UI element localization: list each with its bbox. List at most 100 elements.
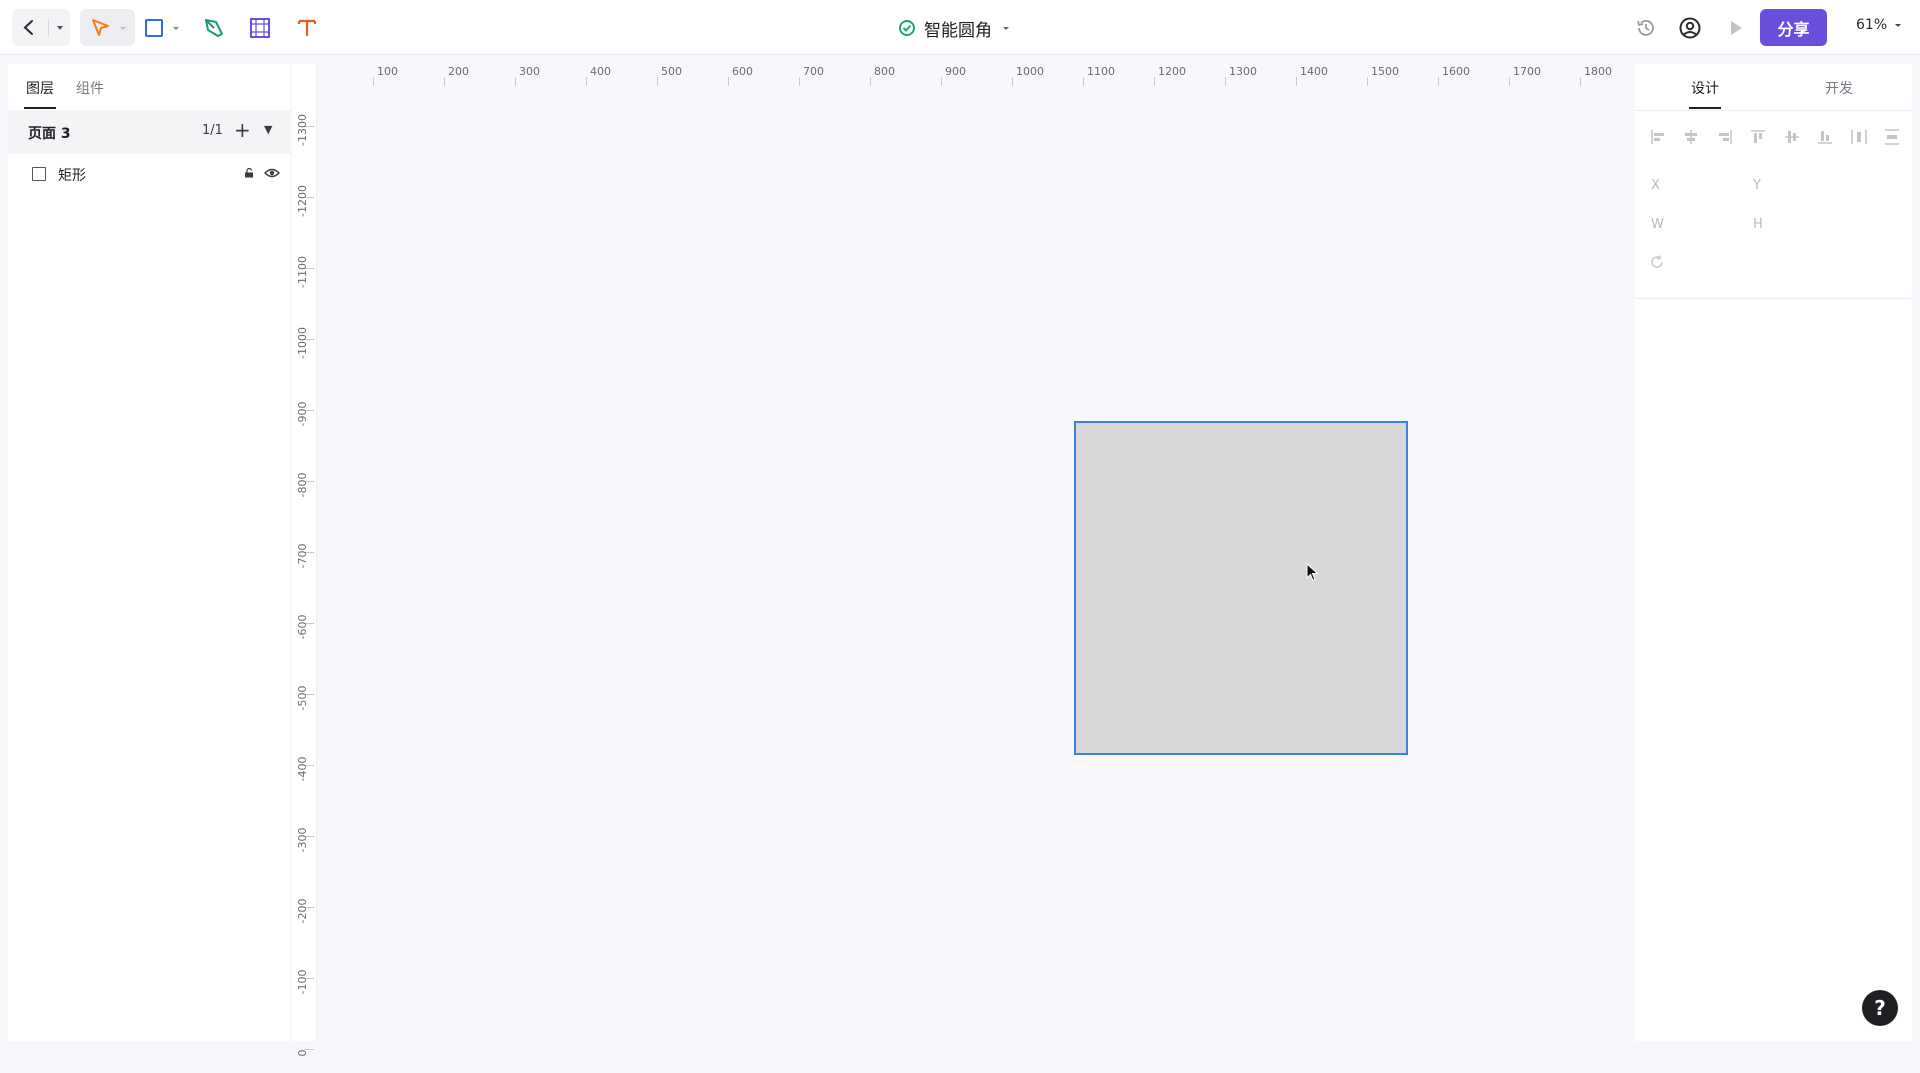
caret-down-icon [1895,24,1902,27]
ruler-label: 1600 [1442,65,1470,78]
play-button[interactable] [1722,14,1750,42]
frame-tool-button[interactable] [246,14,274,42]
alignment-toolbar [1647,126,1903,148]
page-count: 1/1 [202,123,223,138]
ruler-label: 1700 [1513,65,1541,78]
pen-tool-button[interactable] [200,14,228,42]
tab-layers[interactable]: 图层 [26,78,54,98]
help-button[interactable]: ? [1862,990,1898,1026]
ruler-label: 400 [590,65,611,78]
layer-name: 矩形 [58,168,86,184]
ruler-label: 1800 [1584,65,1612,78]
share-button[interactable]: 分享 [1760,9,1827,46]
caret-down-icon[interactable] [118,23,128,33]
ruler-label: -400 [296,756,309,782]
text-icon [297,19,317,36]
document-title-text: 智能圆角 [924,20,992,41]
ruler-label: 0 [296,1049,309,1057]
ruler-label: 700 [803,65,824,78]
h-label: H [1753,217,1763,232]
ruler-label: 800 [874,65,895,78]
page-selector[interactable]: 页面 3 1/1 + ▼ [8,110,290,154]
w-label: W [1651,217,1664,232]
top-toolbar: 智能圆角 分享 61% [0,0,1920,55]
panel-divider [1635,298,1912,299]
caret-down-icon[interactable] [50,9,70,46]
lock-icon[interactable] [244,168,254,178]
ruler-label: 100 [377,65,398,78]
user-circle-icon [1679,17,1701,39]
history-icon [1637,20,1654,36]
ruler-label: -300 [296,827,309,853]
tab-components[interactable]: 组件 [76,78,104,98]
ruler-label: -600 [296,614,309,640]
ruler-label: -700 [296,543,309,569]
back-button[interactable] [12,9,70,46]
align-center-h-icon[interactable] [1680,126,1702,148]
layers-panel: 图层 组件 页面 3 1/1 + ▼ 矩形 [8,64,290,1041]
caret-down-icon[interactable] [1000,23,1012,33]
zoom-control[interactable]: 61% [1856,17,1903,33]
y-label: Y [1753,178,1761,193]
layer-item[interactable]: 矩形 [8,154,290,194]
check-circle-icon [899,20,915,36]
horizontal-ruler: 100 200 300 400 500 600 700 800 900 1000 1100 1200 1… [295,57,1635,86]
add-page-button[interactable]: + [234,118,251,142]
text-tool-button[interactable] [293,14,321,42]
panel-divider [1635,110,1912,111]
tab-develop[interactable]: 开发 [1825,78,1853,98]
select-tool-button[interactable] [80,9,135,46]
pen-icon [205,19,223,37]
document-title[interactable]: 智能圆角 [898,14,1012,42]
tab-active-indicator [1689,107,1721,109]
vertical-ruler: -1300 -1200 -1100 -1000 -900 -800 -700 -600 -500… [292,64,317,1057]
account-button[interactable] [1676,14,1704,42]
ruler-label: 1200 [1158,65,1186,78]
align-right-icon[interactable] [1714,126,1736,148]
ruler-label: 1000 [1016,65,1044,78]
ruler-label: 1500 [1371,65,1399,78]
ruler-label: -1200 [296,185,309,217]
history-button[interactable] [1632,14,1660,42]
ruler-label: 500 [661,65,682,78]
ruler-label: -800 [296,472,309,498]
ruler-label: 1400 [1300,65,1328,78]
distribute-vertical-icon[interactable] [1881,126,1903,148]
ruler-label: -200 [296,898,309,924]
page-name: 页面 3 [28,126,71,142]
ruler-label: 600 [732,65,753,78]
ruler-label: -100 [296,969,309,995]
ruler-label: -1000 [296,327,309,359]
design-canvas[interactable] [316,85,1635,1041]
ruler-label: 900 [945,65,966,78]
eye-icon[interactable] [264,167,280,179]
pointer-icon [92,19,109,36]
ruler-label: 1100 [1087,65,1115,78]
rotate-icon[interactable] [1649,254,1665,270]
ruler-label: 300 [519,65,540,78]
align-middle-v-icon[interactable] [1781,126,1803,148]
page-dropdown-icon[interactable]: ▼ [264,123,272,136]
x-label: X [1651,178,1660,193]
align-left-icon[interactable] [1647,126,1669,148]
ruler-label: -1100 [296,256,309,288]
ruler-label: 1300 [1229,65,1257,78]
align-top-icon[interactable] [1747,126,1769,148]
toolbar-divider [48,19,49,36]
tab-design[interactable]: 设计 [1691,78,1719,98]
ruler-label: -500 [296,685,309,711]
rectangle-tool-button[interactable] [143,14,183,42]
ruler-label: -1300 [296,114,309,146]
frame-icon [250,18,270,38]
distribute-horizontal-icon[interactable] [1848,126,1870,148]
properties-panel: 设计 开发 X Y W H [1635,64,1912,1041]
rectangle-icon [145,19,179,37]
tab-active-indicator [24,107,56,109]
selected-rectangle[interactable] [1074,421,1408,755]
ruler-label: 200 [448,65,469,78]
play-icon [1731,21,1742,35]
align-bottom-icon[interactable] [1814,126,1836,148]
chevron-left-icon [23,20,33,35]
zoom-level: 61% [1856,17,1888,33]
ruler-label: -900 [296,401,309,427]
